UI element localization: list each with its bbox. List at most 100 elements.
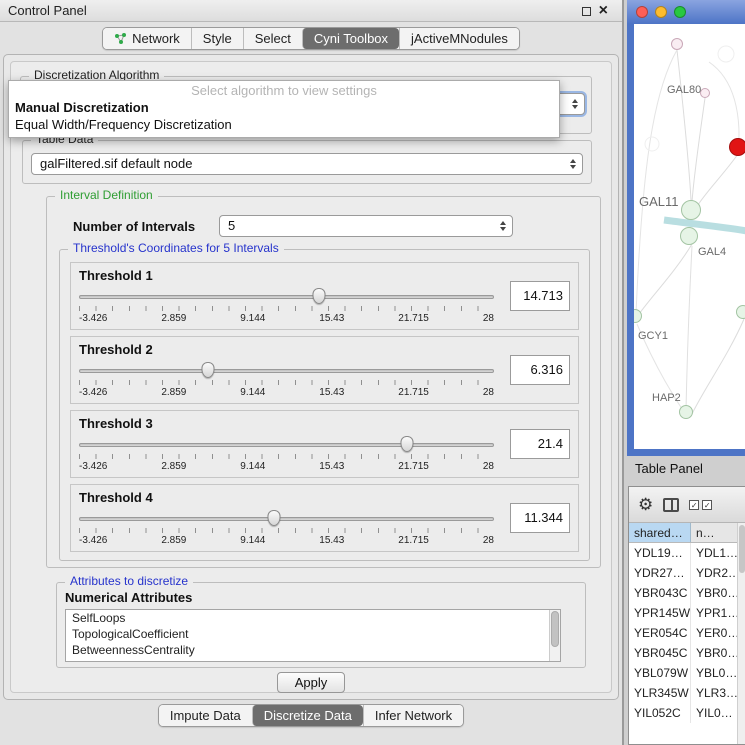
apply-button[interactable]: Apply xyxy=(277,672,345,693)
thresholds-group-title: Threshold's Coordinates for 5 Intervals xyxy=(68,241,284,255)
network-node[interactable] xyxy=(681,200,701,220)
scrollbar-thumb[interactable] xyxy=(739,525,745,573)
slider-scale-number: 2.859 xyxy=(161,461,186,472)
network-node[interactable] xyxy=(700,88,710,98)
close-window-button[interactable]: × xyxy=(599,0,608,22)
checkbox-icon[interactable]: ✓ xyxy=(702,500,712,510)
control-panel-window: Control Panel × xyxy=(0,0,622,745)
table-scrollbar[interactable] xyxy=(737,523,745,744)
top-tab-label: jActiveMNodules xyxy=(411,31,508,46)
threshold-row: Threshold 4 -3.426 2.8 xyxy=(70,484,579,552)
column-header-shared-name[interactable]: shared… xyxy=(629,523,691,542)
interval-definition-group-title: Interval Definition xyxy=(55,188,158,202)
slider-scale-number: 9.144 xyxy=(240,461,265,472)
slider-scale: -3.426 2.859 9.144 15.43 21.715 xyxy=(79,387,494,398)
top-tab[interactable]: Network xyxy=(103,28,191,49)
number-of-intervals-combobox[interactable]: 5 xyxy=(219,215,513,237)
select-columns-icons: ✓ ✓ xyxy=(689,500,712,510)
slider-scale: -3.426 2.859 9.144 15.43 21.715 xyxy=(79,313,494,324)
threshold-slider[interactable]: -3.426 2.859 9.144 15.43 21.715 xyxy=(79,287,494,327)
scrollbar-thumb[interactable] xyxy=(551,611,559,647)
slider-track[interactable] xyxy=(79,517,494,521)
slider-track[interactable] xyxy=(79,369,494,373)
table-panel-title: Table Panel xyxy=(635,461,703,476)
network-node[interactable] xyxy=(679,405,693,419)
table-row[interactable]: YBL079W YBL0… xyxy=(629,663,745,683)
attribute-list-item[interactable]: SelfLoops xyxy=(66,610,560,626)
gear-icon[interactable]: ⚙ xyxy=(638,496,653,513)
table-cell[interactable]: YBR045C xyxy=(629,643,691,663)
threshold-row: Threshold 3 -3.426 2.8 xyxy=(70,410,579,478)
slider-track[interactable] xyxy=(79,443,494,447)
attributes-group-title: Attributes to discretize xyxy=(65,574,193,588)
table-cell[interactable]: YPR145W xyxy=(629,603,691,623)
table-header-row: shared… n… xyxy=(629,523,745,543)
algorithm-menu-item[interactable]: Equal Width/Frequency Discretization xyxy=(9,116,559,133)
slider-thumb[interactable] xyxy=(201,362,214,378)
table-row[interactable]: YIL052C YIL0… xyxy=(629,703,745,723)
network-icon xyxy=(114,32,127,45)
bottom-tab[interactable]: Infer Network xyxy=(363,705,463,726)
network-node[interactable] xyxy=(671,38,683,50)
bottom-tab[interactable]: Impute Data xyxy=(159,705,252,726)
threshold-value-field[interactable]: 21.4 xyxy=(510,429,570,459)
top-tab[interactable]: Cyni Toolbox xyxy=(302,28,399,49)
table-row[interactable]: YDR27… YDR2… xyxy=(629,563,745,583)
checkbox-icon[interactable]: ✓ xyxy=(689,500,699,510)
table-row[interactable]: YBR045C YBR0… xyxy=(629,643,745,663)
table-cell[interactable]: YBL079W xyxy=(629,663,691,683)
slider-scale-number: -3.426 xyxy=(79,535,107,546)
table-row[interactable]: YDL19… YDL1… xyxy=(629,543,745,563)
threshold-value-field[interactable]: 14.713 xyxy=(510,281,570,311)
columns-icon[interactable] xyxy=(663,498,679,512)
top-tab[interactable]: jActiveMNodules xyxy=(399,28,519,49)
slider-ticks xyxy=(79,380,494,385)
right-panel: GAL80 GAL11 GAL4 GCY1 HAP2 Table Panel ⚙ xyxy=(622,0,745,745)
table-data-combobox[interactable]: galFiltered.sif default node xyxy=(31,153,583,175)
threshold-slider[interactable]: -3.426 2.859 9.144 15.43 21.715 xyxy=(79,509,494,549)
top-tab[interactable]: Style xyxy=(191,28,243,49)
table-cell[interactable]: YER054C xyxy=(629,623,691,643)
table-row[interactable]: YPR145W YPR1… xyxy=(629,603,745,623)
restore-window-button[interactable] xyxy=(582,7,591,16)
threshold-slider[interactable]: -3.426 2.859 9.144 15.43 21.715 xyxy=(79,435,494,475)
bottom-tab-label: Infer Network xyxy=(375,708,452,723)
zoom-traffic-light[interactable] xyxy=(674,6,686,18)
close-traffic-light[interactable] xyxy=(636,6,648,18)
table-row[interactable]: YER054C YER0… xyxy=(629,623,745,643)
slider-thumb[interactable] xyxy=(400,436,413,452)
top-tab[interactable]: Select xyxy=(243,28,302,49)
attribute-list-item[interactable]: BetweennessCentrality xyxy=(66,642,560,658)
threshold-slider[interactable]: -3.426 2.859 9.144 15.43 21.715 xyxy=(79,361,494,401)
network-canvas[interactable]: GAL80 GAL11 GAL4 GCY1 HAP2 xyxy=(634,24,745,449)
bottom-tab[interactable]: Discretize Data xyxy=(252,705,363,726)
table-cell[interactable]: YDR27… xyxy=(629,563,691,583)
algorithm-menu-item[interactable]: Manual Discretization xyxy=(9,99,559,116)
network-node[interactable] xyxy=(729,138,745,156)
attribute-list-item[interactable]: TopologicalCoefficient xyxy=(66,626,560,642)
slider-scale-number: 21.715 xyxy=(398,387,429,398)
slider-scale-number: 21.715 xyxy=(398,313,429,324)
slider-thumb[interactable] xyxy=(268,510,281,526)
table-row[interactable]: YLR345W YLR3… xyxy=(629,683,745,703)
slider-scale-number: 15.43 xyxy=(319,535,344,546)
combo-stepper-icon xyxy=(572,99,578,109)
table-cell[interactable]: YDL19… xyxy=(629,543,691,563)
threshold-value-field[interactable]: 6.316 xyxy=(510,355,570,385)
attributes-list-scrollbar[interactable] xyxy=(549,610,560,661)
minimize-traffic-light[interactable] xyxy=(655,6,667,18)
threshold-value-field[interactable]: 11.344 xyxy=(510,503,570,533)
network-node[interactable] xyxy=(680,227,698,245)
screen: Control Panel × xyxy=(0,0,745,745)
slider-thumb[interactable] xyxy=(312,288,325,304)
table-cell[interactable]: YBR043C xyxy=(629,583,691,603)
table-cell[interactable]: YLR345W xyxy=(629,683,691,703)
bottom-tabbar: Impute Data Discretize Data Infer Networ… xyxy=(158,704,464,727)
network-node[interactable] xyxy=(736,305,745,319)
slider-scale: -3.426 2.859 9.144 15.43 21.715 xyxy=(79,535,494,546)
network-node-label: GAL11 xyxy=(639,194,679,209)
slider-scale-number: 15.43 xyxy=(319,461,344,472)
table-cell[interactable]: YIL052C xyxy=(629,703,691,723)
table-row[interactable]: YBR043C YBR0… xyxy=(629,583,745,603)
slider-track[interactable] xyxy=(79,295,494,299)
